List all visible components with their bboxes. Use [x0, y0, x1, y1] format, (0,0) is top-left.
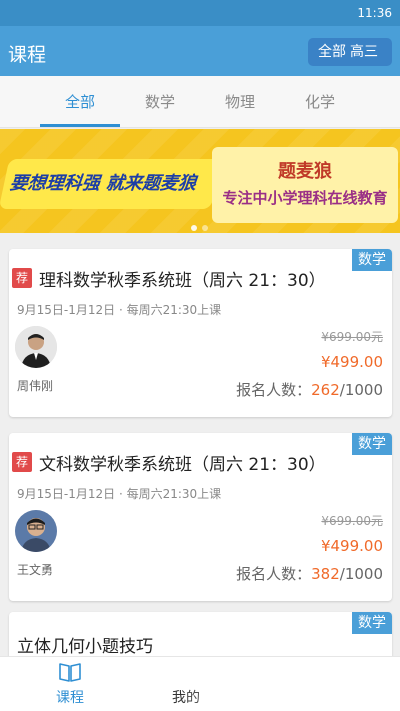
course-schedule: 9月15日-1月12日 · 每周六21:30上课 — [17, 487, 222, 501]
tab-chemistry[interactable]: 化学 — [280, 76, 360, 128]
teacher-avatar — [15, 510, 57, 552]
enrollment-capacity: /1000 — [339, 565, 383, 583]
page-title: 课程 — [8, 44, 47, 66]
tab-all[interactable]: 全部 — [40, 76, 120, 128]
subject-tag: 数学 — [352, 612, 392, 634]
enrollment-capacity: /1000 — [339, 381, 383, 399]
enrollment-label: 报名人数： — [236, 565, 312, 583]
teacher-name: 王文勇 — [17, 563, 54, 577]
original-price: ¥699.00元 — [321, 330, 383, 344]
course-title: 文科数学秋季系统班（周六 21：30） — [39, 455, 326, 475]
fade-overlay — [180, 657, 400, 711]
book-icon — [58, 661, 82, 683]
course-title: 理科数学秋季系统班（周六 21：30） — [39, 271, 326, 291]
nav-courses[interactable]: 课程 — [30, 657, 110, 711]
tab-math[interactable]: 数学 — [120, 76, 200, 128]
course-card[interactable]: 数学 荐 理科数学秋季系统班（周六 21：30） 9月15日-1月12日 · 每… — [9, 249, 392, 417]
status-time: 11:36 — [357, 6, 392, 20]
teacher-name: 周伟刚 — [17, 379, 54, 393]
enrollment-count: 报名人数：262/1000 — [236, 379, 383, 400]
filter-scope-label: 全部 — [318, 44, 346, 60]
nav-courses-label: 课程 — [56, 690, 84, 706]
banner-slogan: 要想理科强 就来题麦狼 — [8, 173, 198, 194]
recommended-badge: 荐 — [12, 452, 32, 472]
promo-banner[interactable]: 要想理科强 就来题麦狼 题麦狼 专注中小学理科在线教育 — [0, 129, 400, 233]
course-title: 立体几何小题技巧 — [17, 637, 153, 657]
bottom-nav: 课程 我的 — [0, 656, 400, 711]
recommended-badge: 荐 — [12, 268, 32, 288]
teacher-avatar — [15, 326, 57, 368]
enrolled-number: 382 — [311, 565, 340, 583]
enrolled-number: 262 — [311, 381, 340, 399]
enrollment-label: 报名人数： — [236, 381, 312, 399]
course-price: ¥499.00 — [320, 537, 383, 555]
subject-tag: 数学 — [352, 433, 392, 455]
subject-tab-bar: 全部 数学 物理 化学 — [0, 76, 400, 128]
tab-physics[interactable]: 物理 — [200, 76, 280, 128]
banner-page-dot[interactable] — [202, 225, 208, 231]
course-schedule: 9月15日-1月12日 · 每周六21:30上课 — [17, 303, 222, 317]
course-price: ¥499.00 — [320, 353, 383, 371]
enrollment-count: 报名人数：382/1000 — [236, 563, 383, 584]
banner-brand: 题麦狼 — [278, 161, 332, 182]
banner-tagline: 专注中小学理科在线教育 — [222, 189, 388, 207]
app-bar: 课程 全部 高三 — [0, 26, 400, 76]
course-card[interactable]: 数学 荐 文科数学秋季系统班（周六 21：30） 9月15日-1月12日 · 每… — [9, 433, 392, 601]
filter-grade-label: 高三 — [350, 44, 378, 60]
status-bar: 11:36 — [0, 0, 400, 26]
subject-tag: 数学 — [352, 249, 392, 271]
grade-filter-button[interactable]: 全部 高三 — [308, 38, 392, 66]
banner-page-dot-active[interactable] — [191, 225, 197, 231]
original-price: ¥699.00元 — [321, 514, 383, 528]
active-tab-indicator — [40, 124, 120, 127]
